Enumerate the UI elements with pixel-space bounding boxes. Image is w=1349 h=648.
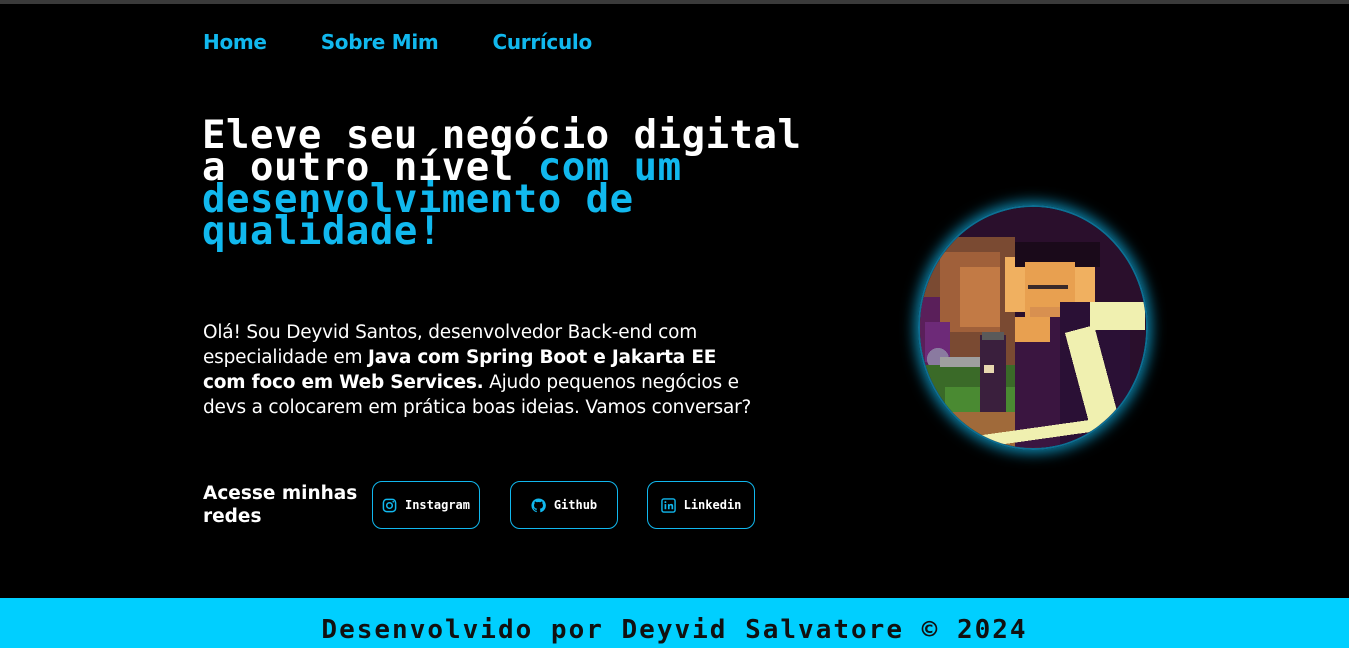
hero-headline: Eleve seu negócio digital a outro nível … xyxy=(202,116,802,251)
profile-avatar xyxy=(918,205,1148,450)
instagram-button[interactable]: Instagram xyxy=(372,481,480,529)
nav-resume-link[interactable]: Currículo xyxy=(492,30,592,54)
main-nav: Home Sobre Mim Currículo xyxy=(203,30,592,54)
social-title: Acesse minhas redes xyxy=(203,483,358,527)
github-label: Github xyxy=(553,498,598,512)
nav-home-link[interactable]: Home xyxy=(203,30,267,54)
linkedin-button[interactable]: Linkedin xyxy=(647,481,755,529)
instagram-label: Instagram xyxy=(404,498,471,512)
instagram-icon xyxy=(382,498,397,512)
browser-top-edge xyxy=(0,0,1349,4)
linkedin-label: Linkedin xyxy=(683,498,742,512)
nav-about-link[interactable]: Sobre Mim xyxy=(321,30,439,54)
hero-intro: Olá! Sou Deyvid Santos, desenvolvedor Ba… xyxy=(203,320,763,420)
github-icon xyxy=(531,497,546,512)
footer-credit: Desenvolvido por Deyvid Salvatore © 2024 xyxy=(321,615,1028,645)
pixel-art-portrait xyxy=(920,207,1146,448)
github-button[interactable]: Github xyxy=(510,481,618,529)
linkedin-icon xyxy=(660,497,676,513)
page-footer: Desenvolvido por Deyvid Salvatore © 2024 xyxy=(0,598,1349,648)
